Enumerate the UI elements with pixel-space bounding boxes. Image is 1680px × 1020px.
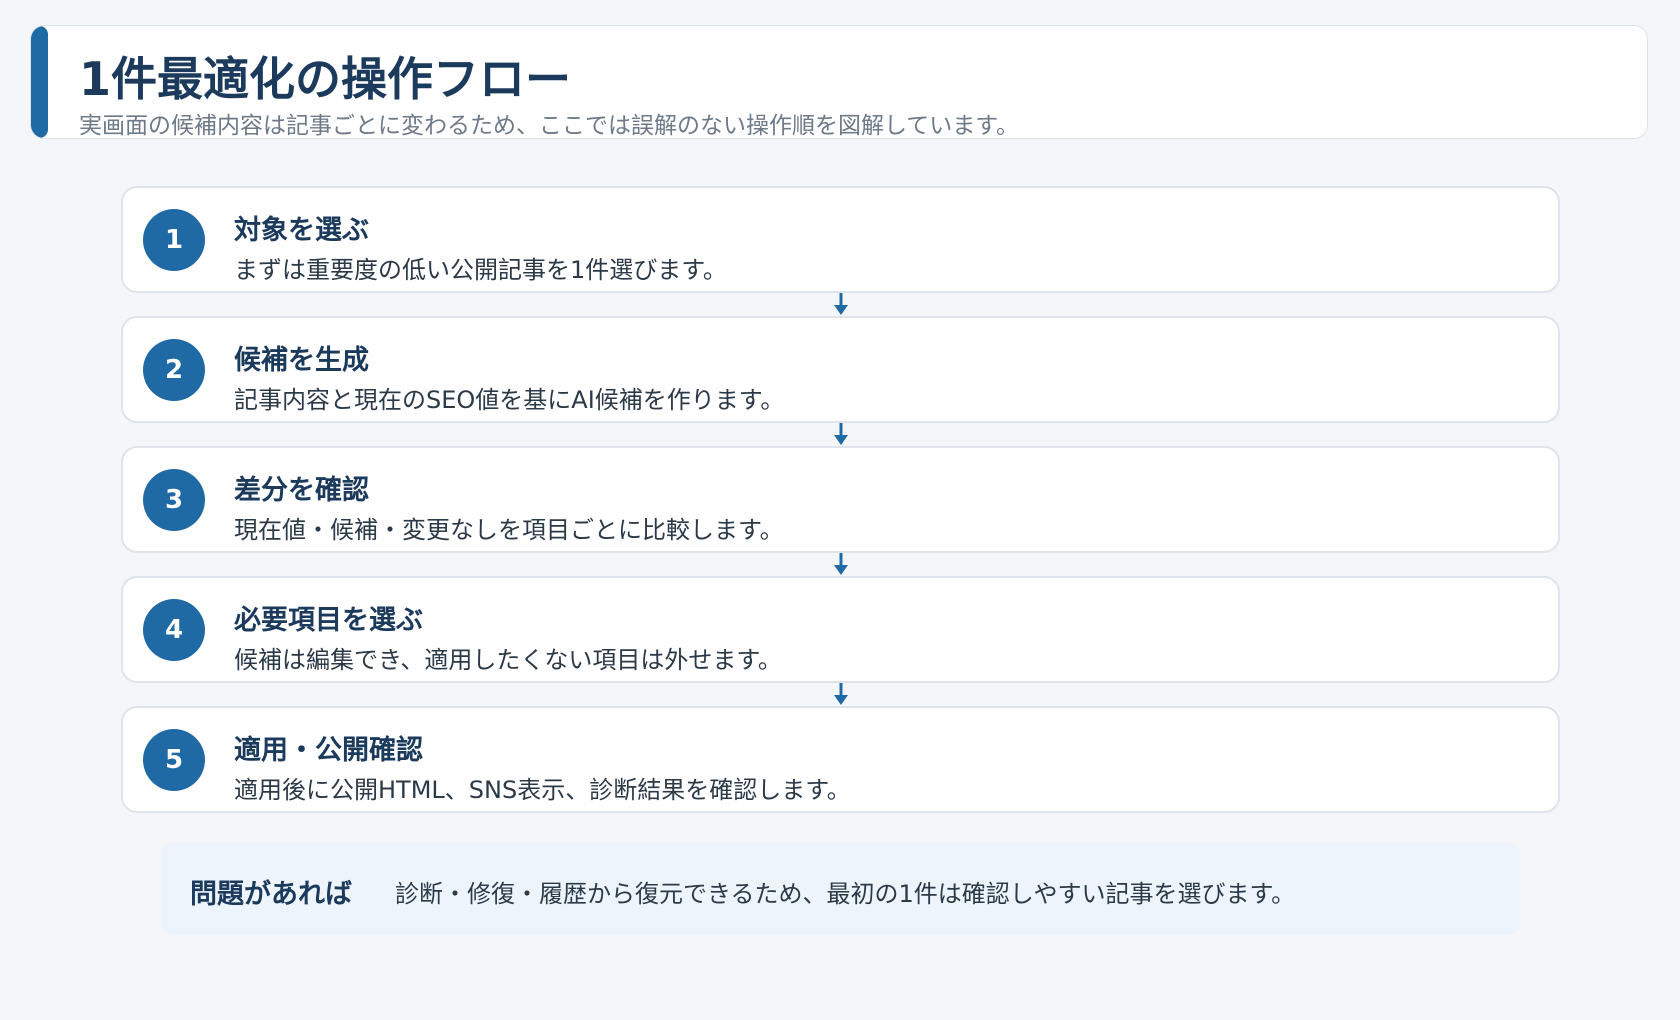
step-number-badge: 3: [143, 469, 205, 531]
step-card: 4 必要項目を選ぶ 候補は編集でき、適用したくない項目は外せます。: [121, 576, 1560, 683]
step-card: 1 対象を選ぶ まずは重要度の低い公開記事を1件選びます。: [121, 186, 1560, 293]
step-item-4: 4 必要項目を選ぶ 候補は編集でき、適用したくない項目は外せます。: [121, 576, 1560, 706]
step-item-2: 2 候補を生成 記事内容と現在のSEO値を基にAI候補を作ります。: [121, 316, 1560, 446]
arrow-down-icon: [834, 553, 848, 576]
step-description: まずは重要度の低い公開記事を1件選びます。: [234, 256, 727, 284]
arrow-down-icon: [834, 683, 848, 706]
step-description: 候補は編集でき、適用したくない項目は外せます。: [234, 646, 782, 674]
step-title: 必要項目を選ぶ: [234, 605, 423, 636]
note-text: 診断・修復・履歴から復元できるため、最初の1件は確認しやすい記事を選びます。: [395, 880, 1296, 908]
step-number-badge: 5: [143, 729, 205, 791]
step-card: 5 適用・公開確認 適用後に公開HTML、SNS表示、診断結果を確認します。: [121, 706, 1560, 813]
arrow-down-icon: [834, 293, 848, 316]
step-card: 2 候補を生成 記事内容と現在のSEO値を基にAI候補を作ります。: [121, 316, 1560, 423]
step-description: 現在値・候補・変更なしを項目ごとに比較します。: [234, 516, 784, 544]
step-item-5: 5 適用・公開確認 適用後に公開HTML、SNS表示、診断結果を確認します。: [121, 706, 1560, 836]
step-card: 3 差分を確認 現在値・候補・変更なしを項目ごとに比較します。: [121, 446, 1560, 553]
flow-page: 1件最適化の操作フロー 実画面の候補内容は記事ごとに変わるため、ここでは誤解のな…: [0, 0, 1680, 1020]
note-label: 問題があれば: [190, 879, 352, 910]
step-item-3: 3 差分を確認 現在値・候補・変更なしを項目ごとに比較します。: [121, 446, 1560, 576]
step-number-badge: 2: [143, 339, 205, 401]
step-title: 候補を生成: [234, 345, 369, 376]
header-card: 1件最適化の操作フロー 実画面の候補内容は記事ごとに変わるため、ここでは誤解のな…: [30, 25, 1648, 139]
header-accent-bar: [31, 26, 48, 138]
step-title: 適用・公開確認: [234, 735, 423, 766]
step-number-badge: 1: [143, 209, 205, 271]
arrow-down-icon: [834, 423, 848, 446]
page-subtitle: 実画面の候補内容は記事ごとに変わるため、ここでは誤解のない操作順を図解しています…: [79, 113, 1020, 139]
step-number-badge: 4: [143, 599, 205, 661]
page-title: 1件最適化の操作フロー: [79, 52, 572, 106]
step-title: 差分を確認: [234, 475, 369, 506]
step-item-1: 1 対象を選ぶ まずは重要度の低い公開記事を1件選びます。: [121, 186, 1560, 316]
step-list: 1 対象を選ぶ まずは重要度の低い公開記事を1件選びます。 2 候補を生成 記事…: [121, 186, 1560, 836]
step-description: 記事内容と現在のSEO値を基にAI候補を作ります。: [234, 386, 785, 414]
note-box: 問題があれば 診断・修復・履歴から復元できるため、最初の1件は確認しやすい記事を…: [161, 842, 1520, 935]
step-title: 対象を選ぶ: [234, 215, 369, 246]
step-description: 適用後に公開HTML、SNS表示、診断結果を確認します。: [234, 776, 851, 804]
